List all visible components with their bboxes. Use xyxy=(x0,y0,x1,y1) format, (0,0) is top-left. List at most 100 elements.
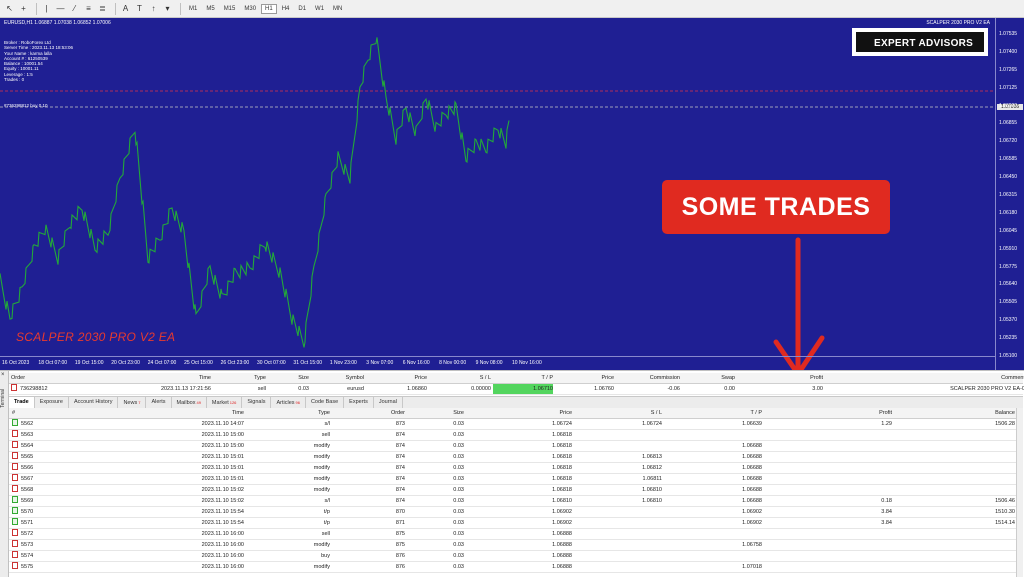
column-header[interactable]: S / L xyxy=(577,408,662,418)
history-row[interactable]: 5567 2023.11.10 15:01 modify 874 0.03 1.06818… xyxy=(9,474,1017,485)
history-row[interactable]: 5575 2023.11.10 16:00 modify 876 0.03 1.06888… xyxy=(9,562,1017,573)
tab-articles[interactable]: Articles96 xyxy=(271,397,306,408)
history-row[interactable]: 5569 2023.11.10 15:02 s/l 874 0.03 1.06810 1.0… xyxy=(9,496,1017,507)
trade-cell: 2023.11.13 17:21:56 xyxy=(86,384,211,394)
history-cell-text: 871 xyxy=(395,520,405,526)
sell-order-icon xyxy=(11,384,17,392)
vertical-line-icon[interactable]: | xyxy=(41,3,52,14)
column-header[interactable]: Time xyxy=(86,373,211,383)
column-header[interactable]: T / P xyxy=(667,408,762,418)
history-row[interactable]: 5574 2023.11.10 16:00 buy 876 0.03 1.06888 xyxy=(9,551,1017,562)
column-header[interactable]: S / L xyxy=(433,373,491,383)
history-row[interactable]: 5568 2023.11.10 15:02 modify 874 0.03 1.06818… xyxy=(9,485,1017,496)
column-header[interactable]: Order xyxy=(337,408,405,418)
column-header[interactable]: Balance xyxy=(897,408,1015,418)
open-trades-table: Order Time Type Size Symbol Price S / LT / P Pr… xyxy=(9,373,1024,395)
tab-exposure[interactable]: Exposure xyxy=(35,397,69,408)
time-tick-label: 1 Nov 23:00 xyxy=(329,360,357,366)
timeframe-h1[interactable]: H1 xyxy=(261,3,277,14)
tab-label: Mailbox xyxy=(176,400,196,406)
column-header[interactable]: Price xyxy=(472,408,572,418)
tab-news[interactable]: News7 xyxy=(118,397,147,408)
timeframe-m15[interactable]: M15 xyxy=(220,4,240,14)
timeframe-mn[interactable]: MN xyxy=(329,4,346,14)
crosshair-icon[interactable]: + xyxy=(18,3,29,14)
trendline-icon[interactable]: ⁄ xyxy=(69,3,80,14)
column-header[interactable]: Size xyxy=(271,373,309,383)
tab-trade[interactable]: Trade xyxy=(9,397,35,408)
deal-id: 5569 xyxy=(12,496,72,506)
label-tool-icon[interactable]: T xyxy=(134,3,145,14)
history-row[interactable]: 5570 2023.11.10 15:54 t/p 870 0.03 1.06902 1.0… xyxy=(9,507,1017,518)
history-row[interactable]: 5572 2023.11.10 16:00 sell 875 0.03 1.06888 xyxy=(9,529,1017,540)
column-header[interactable]: Size xyxy=(412,408,464,418)
text-tool-icon[interactable]: A xyxy=(120,3,131,14)
arrow-tool-icon[interactable]: ↑ xyxy=(148,3,159,14)
channel-icon[interactable]: ≡ xyxy=(83,3,94,14)
column-header[interactable]: Profit xyxy=(741,373,823,383)
history-cell: 1.06888 xyxy=(472,540,572,550)
timeframe-h4[interactable]: H4 xyxy=(278,4,294,14)
fibonacci-icon[interactable]: ≣ xyxy=(97,3,108,14)
timeframe-m5[interactable]: M5 xyxy=(202,4,218,14)
history-cell-text: 1.06688 xyxy=(742,454,762,460)
cursor-icon[interactable]: ↖ xyxy=(4,3,15,14)
tab-alerts[interactable]: Alerts xyxy=(146,397,172,408)
tab-account-history[interactable]: Account History xyxy=(69,397,119,408)
tab-market[interactable]: Market126 xyxy=(207,397,243,408)
history-row[interactable]: 5562 2023.11.10 14:07 s/l 873 0.03 1.06724 1.0… xyxy=(9,419,1017,430)
price-tick-label: 1.05100 xyxy=(999,353,1018,359)
column-header[interactable]: Type xyxy=(216,373,266,383)
history-cell-text: 1.06810 xyxy=(552,498,572,504)
history-cell xyxy=(897,452,1015,462)
history-cell: 1.06688 xyxy=(667,485,762,495)
history-row[interactable]: 5563 2023.11.10 15:00 sell 874 0.03 1.06818 xyxy=(9,430,1017,441)
tab-signals[interactable]: Signals xyxy=(242,397,272,408)
history-row[interactable]: 5564 2023.11.10 15:00 modify 874 0.03 1.06818… xyxy=(9,441,1017,452)
price-axis[interactable]: 1.07006 1.07535 1.07400 1.07265 1.07125 1.06… xyxy=(995,18,1024,370)
history-cell xyxy=(577,507,662,517)
tab-mailbox[interactable]: Mailbox49 xyxy=(172,397,207,408)
open-trade-row[interactable]: 736298812 2023.11.13 17:21:56 sell 0.03 euru… xyxy=(9,384,1024,395)
column-header[interactable]: Profit xyxy=(772,408,892,418)
chevron-down-icon[interactable]: ▾ xyxy=(162,3,173,14)
history-row[interactable]: 5565 2023.11.10 15:01 modify 874 0.03 1.06818… xyxy=(9,452,1017,463)
history-scrollbar[interactable] xyxy=(1016,408,1023,577)
column-header[interactable]: # xyxy=(12,408,72,418)
history-cell: t/p xyxy=(252,507,330,517)
history-cell: 0.03 xyxy=(412,463,464,473)
deal-id: 5575 xyxy=(12,562,72,572)
column-header[interactable]: Order xyxy=(11,373,81,383)
column-header[interactable]: Swap xyxy=(685,373,735,383)
column-header[interactable]: Price xyxy=(559,373,614,383)
column-header[interactable]: Commission xyxy=(618,373,680,383)
price-chart[interactable]: EURUSD,H1 1.06887 1.07038 1.06852 1.0700… xyxy=(0,18,1024,377)
ea-watermark: SCALPER 2030 PRO V2 EA xyxy=(16,330,176,344)
horizontal-line-icon[interactable]: — xyxy=(55,3,66,14)
column-header[interactable]: Comment xyxy=(831,373,1024,383)
tab-code-base[interactable]: Code Base xyxy=(306,397,345,408)
timeframe-d1[interactable]: D1 xyxy=(294,4,310,14)
timeframe-w1[interactable]: W1 xyxy=(311,4,328,14)
tab-experts[interactable]: Experts xyxy=(344,397,374,408)
column-header[interactable]: T / P xyxy=(493,373,553,383)
column-header[interactable]: Price xyxy=(369,373,427,383)
history-cell: 2023.11.10 16:00 xyxy=(74,540,244,550)
history-cell xyxy=(897,540,1015,550)
history-cell-text: 1.06902 xyxy=(742,520,762,526)
timeframe-m1[interactable]: M1 xyxy=(185,4,201,14)
time-axis[interactable]: 16 Oct 2023 18 Oct 07:00 19 Oct 15:00 20 Oc… xyxy=(0,356,995,371)
close-icon[interactable]: × xyxy=(1,372,5,378)
history-cell: 1.06810 xyxy=(577,496,662,506)
column-header[interactable]: Type xyxy=(252,408,330,418)
history-row[interactable]: 5571 2023.11.10 15:54 t/p 871 0.03 1.06902 1.0… xyxy=(9,518,1017,529)
column-header[interactable]: Symbol xyxy=(314,373,364,383)
history-row[interactable]: 5573 2023.11.10 16:00 modify 875 0.03 1.06888… xyxy=(9,540,1017,551)
history-cell-text: 1.06902 xyxy=(552,509,572,515)
column-header[interactable]: Time xyxy=(74,408,244,418)
history-cell-text: 0.03 xyxy=(453,531,464,537)
history-cell: 1.07018 xyxy=(667,562,762,572)
tab-journal[interactable]: Journal xyxy=(374,397,403,408)
history-row[interactable]: 5566 2023.11.10 15:01 modify 874 0.03 1.06818… xyxy=(9,463,1017,474)
timeframe-m30[interactable]: M30 xyxy=(240,4,260,14)
